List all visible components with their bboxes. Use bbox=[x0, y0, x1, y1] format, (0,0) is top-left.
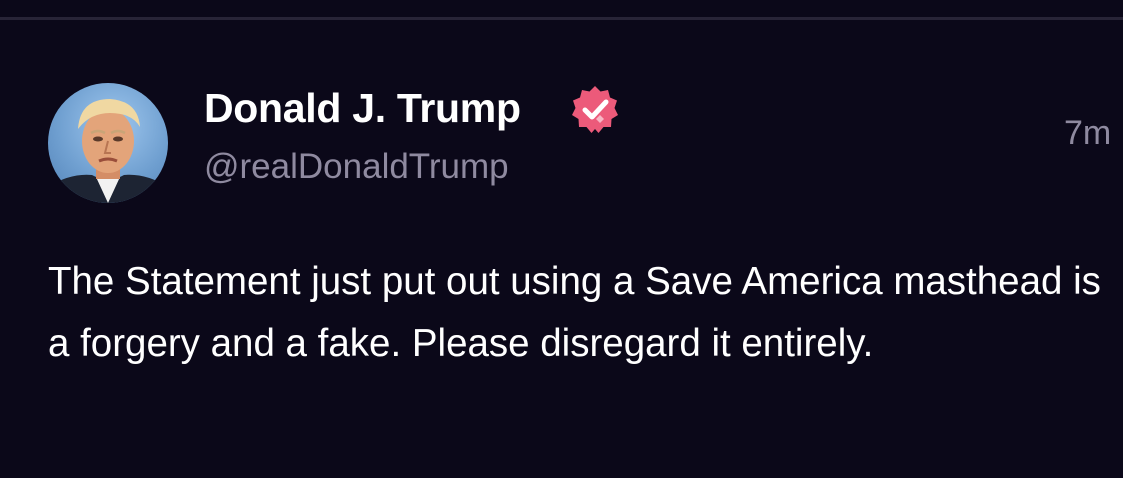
avatar-portrait-image bbox=[48, 99, 168, 203]
post-timestamp[interactable]: 7m bbox=[1064, 112, 1111, 154]
author-display-name[interactable]: Donald J. Trump bbox=[204, 84, 521, 132]
avatar[interactable] bbox=[48, 83, 168, 203]
post-card[interactable]: Donald J. Trump @realDonaldTrump 7m The … bbox=[0, 20, 1123, 478]
post-body-text: The Statement just put out using a Save … bbox=[48, 260, 1101, 365]
author-handle[interactable]: @realDonaldTrump bbox=[204, 145, 509, 189]
verified-badge-icon bbox=[570, 84, 620, 134]
